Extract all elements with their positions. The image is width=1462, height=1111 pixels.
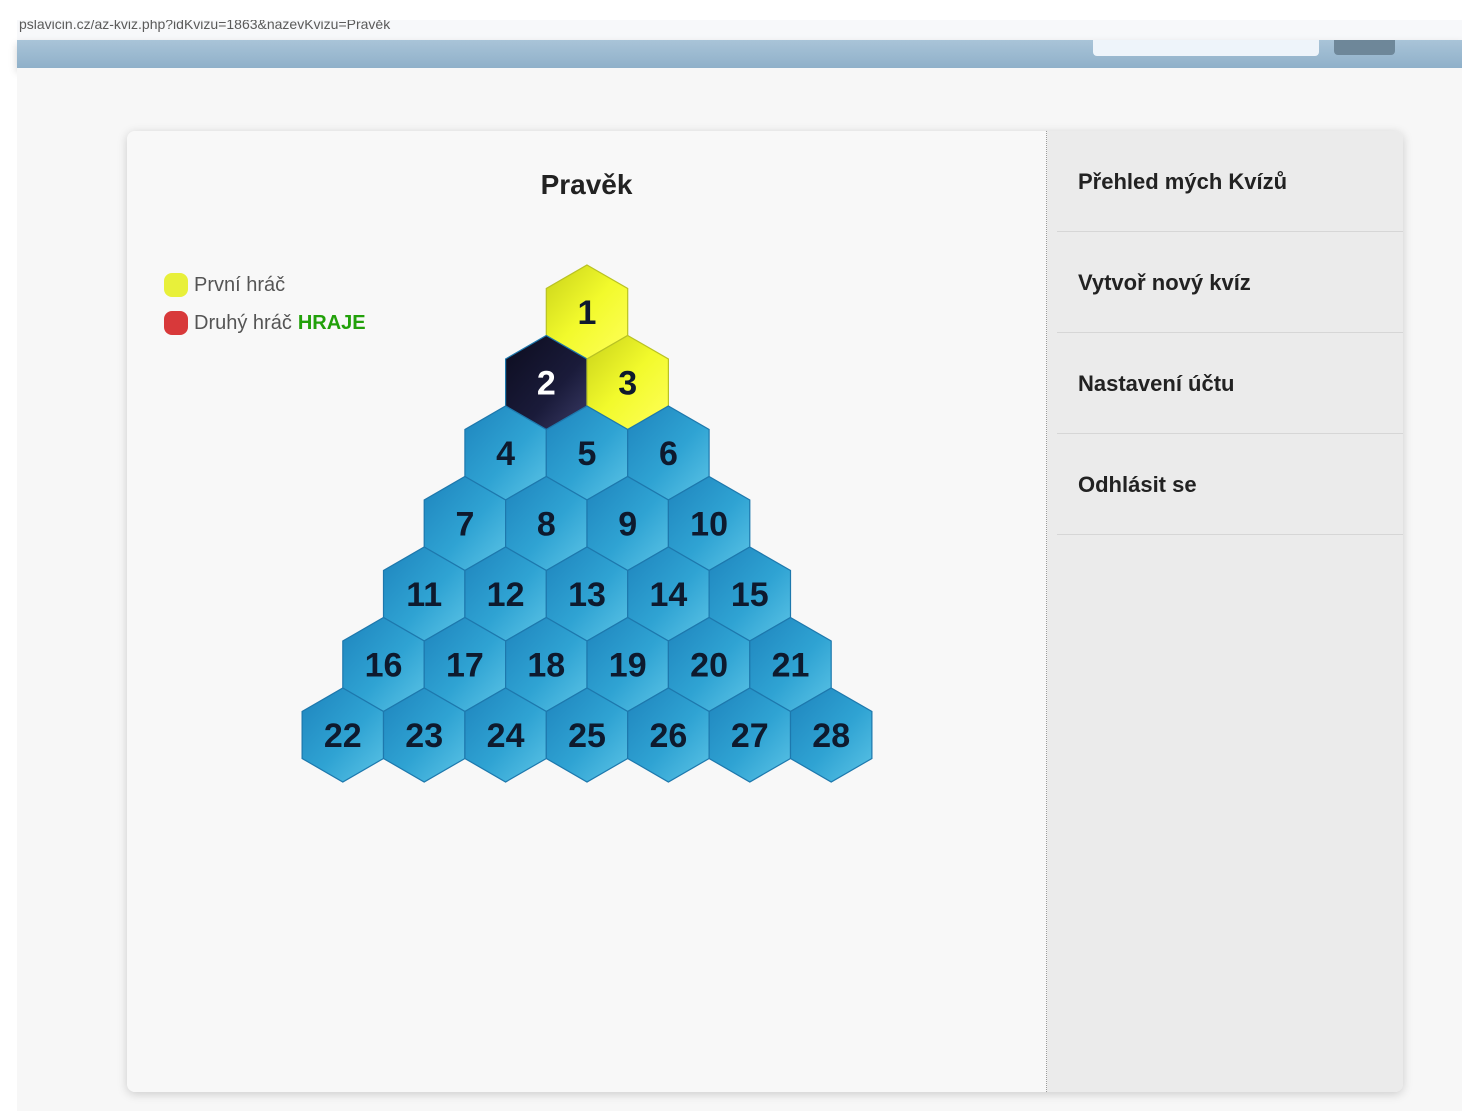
hex-cell-number: 17 bbox=[446, 647, 484, 685]
hex-cell-number: 4 bbox=[496, 435, 515, 473]
hex-cell-number: 6 bbox=[659, 435, 678, 473]
hex-cell-number: 15 bbox=[731, 576, 769, 614]
sidebar-item-account-settings[interactable]: Nastavení účtu bbox=[1057, 333, 1403, 434]
hex-cell-number: 27 bbox=[731, 717, 769, 755]
hex-cell-number: 22 bbox=[324, 717, 362, 755]
hex-cell-number: 19 bbox=[609, 647, 647, 685]
address-bar[interactable]: pslavicin.cz/az-kviz.php?idKvizu=1863&na… bbox=[17, 20, 1462, 40]
hex-cell-number: 13 bbox=[568, 576, 606, 614]
hex-cell-number: 25 bbox=[568, 717, 606, 755]
hex-cell-number: 1 bbox=[578, 294, 597, 332]
hex-cell-number: 10 bbox=[690, 506, 728, 544]
hex-cell-number: 7 bbox=[455, 506, 474, 544]
browser-top bbox=[0, 0, 1462, 20]
hex-cell-number: 24 bbox=[487, 717, 525, 755]
sidebar-item-logout[interactable]: Odhlásit se bbox=[1057, 434, 1403, 535]
hex-cell-number: 3 bbox=[618, 365, 637, 403]
sidebar-menu: Přehled mých Kvízů Vytvoř nový kvíz Nast… bbox=[1047, 131, 1403, 1092]
sidebar-item-my-quizzes[interactable]: Přehled mých Kvízů bbox=[1057, 131, 1403, 232]
hex-cell-number: 16 bbox=[365, 647, 403, 685]
hex-cell-number: 20 bbox=[690, 647, 728, 685]
hex-cell-number: 28 bbox=[812, 717, 850, 755]
sidebar-item-create-quiz[interactable]: Vytvoř nový kvíz bbox=[1057, 232, 1403, 333]
hex-cell-number: 5 bbox=[578, 435, 597, 473]
game-panel: Pravěk První hráč Druhý hráč HRAJE 1 2 3… bbox=[127, 131, 1047, 1092]
hex-pyramid-board: 12 34 5 67 8 9 1011 12 13 14 1516 17 18 19 20 2122 23 24 2… bbox=[301, 264, 873, 783]
hex-cell-number: 21 bbox=[772, 647, 810, 685]
hex-cell-number: 9 bbox=[618, 506, 637, 544]
hex-cell-number: 11 bbox=[406, 576, 442, 614]
hex-cell-number: 8 bbox=[537, 506, 556, 544]
hex-cell-number: 12 bbox=[487, 576, 525, 614]
hex-cell-number: 26 bbox=[649, 717, 687, 755]
search-button[interactable] bbox=[1334, 40, 1395, 55]
hex-cell-number: 18 bbox=[527, 647, 565, 685]
content-card: Pravěk První hráč Druhý hráč HRAJE 1 2 3… bbox=[127, 131, 1403, 1092]
hex-cell-number: 23 bbox=[405, 717, 443, 755]
site-header bbox=[17, 40, 1462, 68]
hex-cell-number: 14 bbox=[649, 576, 687, 614]
url-text: pslavicin.cz/az-kviz.php?idKvizu=1863&na… bbox=[19, 20, 391, 32]
hex-cell-number: 2 bbox=[537, 365, 556, 403]
search-input[interactable] bbox=[1093, 40, 1319, 56]
